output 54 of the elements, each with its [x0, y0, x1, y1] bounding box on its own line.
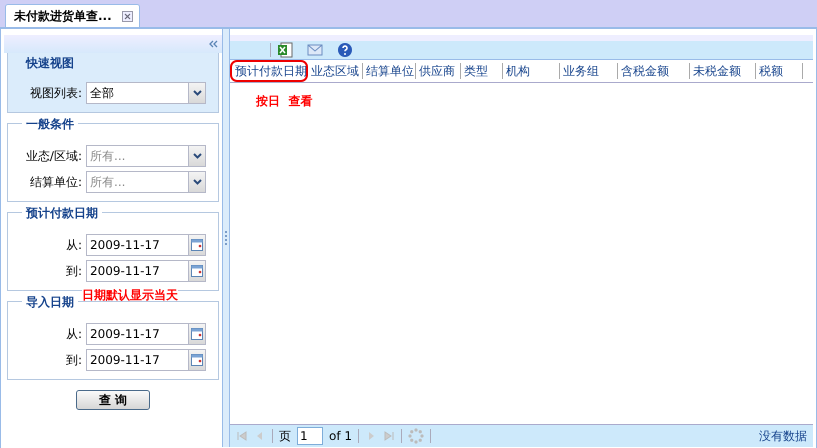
dropdown-button[interactable] [188, 145, 206, 167]
field-label: 从: [64, 326, 82, 342]
dropdown-button[interactable] [188, 171, 206, 193]
chevron-down-icon [192, 153, 202, 159]
column-header[interactable]: 类型 [461, 63, 503, 79]
column-header[interactable]: 业务组 [560, 63, 618, 79]
select-field[interactable]: 所有... [86, 171, 188, 193]
field-label: 从: [64, 236, 82, 254]
field-label: 视图列表: [28, 84, 82, 102]
section-title: 导入日期 [22, 294, 78, 311]
date-field[interactable]: 2009-11-17 [86, 260, 188, 282]
tab[interactable]: 未付款进货单查... [5, 4, 140, 27]
column-header[interactable]: 供应商 [416, 63, 461, 79]
column-header[interactable]: 未税金额 [690, 63, 756, 79]
calendar-icon [191, 354, 203, 366]
select-field[interactable]: 全部 [86, 82, 188, 104]
date-field[interactable]: 2009-11-17 [86, 349, 188, 371]
select-field[interactable]: 所有... [86, 145, 188, 167]
annotation-text: 按日 查看 [256, 94, 312, 108]
calendar-icon [191, 239, 203, 251]
column-header[interactable]: 结算单位 [363, 63, 416, 79]
column-header[interactable]: 含税金额 [618, 63, 690, 79]
calendar-button[interactable] [188, 323, 206, 345]
field-label: 结算单位: [28, 174, 82, 190]
chevron-down-icon [192, 90, 202, 96]
calendar-button[interactable] [188, 349, 206, 371]
section-title: 预计付款日期 [22, 205, 102, 222]
column-header[interactable]: 业态区域 [308, 63, 363, 79]
date-field[interactable]: 2009-11-17 [86, 234, 188, 256]
date-field[interactable]: 2009-11-17 [86, 323, 188, 345]
page-label: 页 [279, 428, 291, 444]
column-header[interactable]: 机构 [503, 63, 560, 79]
status-text: 没有数据 [759, 428, 807, 444]
help-icon[interactable] [337, 42, 353, 58]
mail-icon[interactable] [307, 42, 323, 58]
page-count: of 1 [329, 429, 352, 443]
chevron-down-icon [192, 179, 202, 185]
page-number-field[interactable]: 1 [297, 427, 323, 445]
field-label: 到: [64, 262, 82, 280]
collapse-icon[interactable] [208, 40, 218, 48]
annotation-text: 日期默认显示当天 [82, 287, 178, 304]
column-header[interactable]: 预计付款日期 [230, 60, 308, 82]
query-button[interactable]: 查 询 [76, 390, 150, 410]
calendar-button[interactable] [188, 234, 206, 256]
calendar-button[interactable] [188, 260, 206, 282]
column-header[interactable]: 税额 [756, 63, 803, 79]
section-title: 一般条件 [22, 116, 78, 133]
field-label: 业态/区域: [24, 148, 82, 164]
calendar-icon [191, 265, 203, 277]
close-icon[interactable] [122, 10, 133, 22]
calendar-icon [191, 328, 203, 340]
dropdown-button[interactable] [188, 82, 206, 104]
spreadsheet-icon[interactable] [277, 42, 293, 58]
field-label: 到: [64, 352, 82, 368]
